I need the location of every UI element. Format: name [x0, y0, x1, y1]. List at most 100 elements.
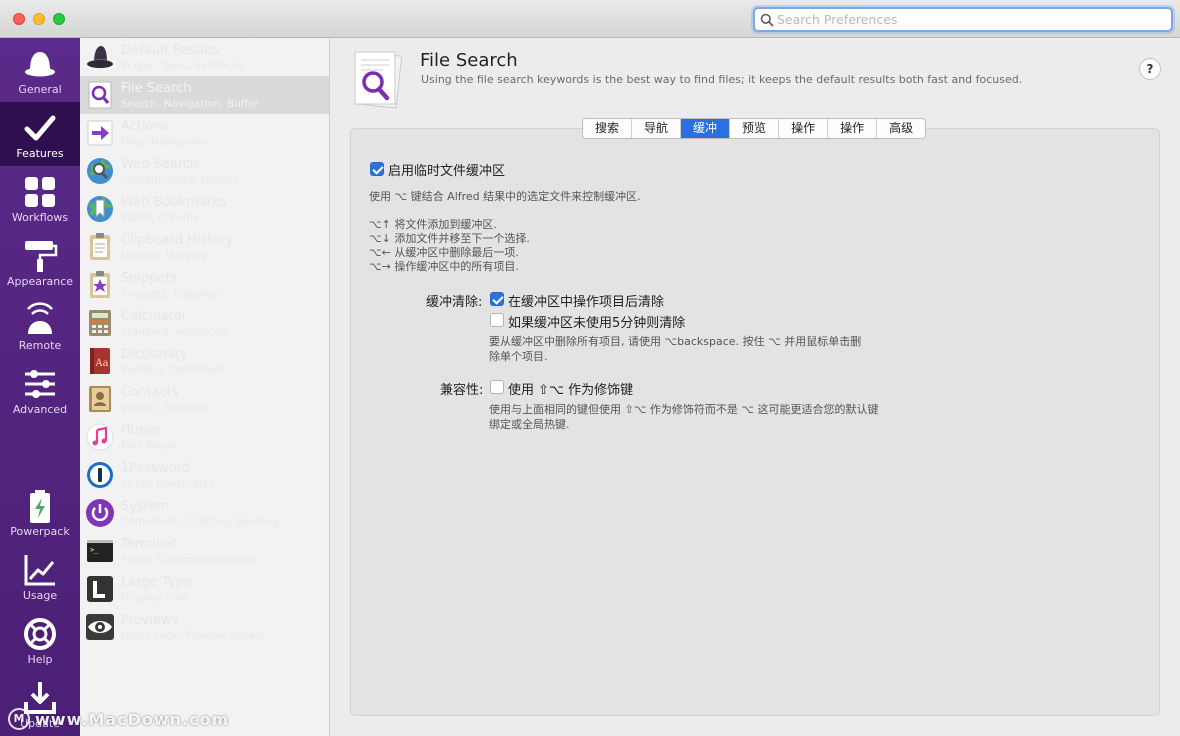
buffer-intro: 使用 ⌥ 键结合 Alfred 结果中的选定文件来控制缓冲区.: [369, 190, 641, 203]
lifebuoy-icon: [24, 618, 56, 650]
feature-item-dictionary[interactable]: Aa Dictionary Spelling, Definitions: [80, 342, 329, 380]
feature-subtitle: Safari, Chrome: [121, 212, 200, 224]
feature-subtitle: Spelling, Definitions: [121, 364, 226, 376]
feature-title: Snippets: [121, 271, 178, 286]
paint-roller-icon: [25, 241, 58, 272]
sidebar-item-powerpack[interactable]: Powerpack: [0, 480, 80, 544]
sidebar-item-label: Powerpack: [10, 525, 70, 538]
feature-item-file-search[interactable]: File Search Search, Navigation, Buffer: [80, 76, 329, 114]
watermark: M www.MacDown.com: [8, 706, 229, 732]
tab-buffer[interactable]: 缓冲: [680, 119, 730, 138]
feature-item-actions[interactable]: Actions Files, Navigation: [80, 114, 329, 152]
power-icon: [85, 498, 115, 528]
terminal-icon: >_: [85, 536, 115, 566]
feature-item-clipboard-history[interactable]: Clipboard History History, Merging: [80, 228, 329, 266]
clipboard-icon: [85, 232, 115, 262]
features-list: Default Results Scope, Types, Fallbacks …: [80, 38, 330, 736]
sidebar-item-usage[interactable]: Usage: [0, 544, 80, 608]
feature-subtitle: Display, Font: [121, 592, 190, 604]
arrow-right-icon: [85, 118, 115, 148]
feature-item-system[interactable]: System Commands, Quitting, Ejecting: [80, 494, 329, 532]
sidebar-item-workflows[interactable]: Workflows: [0, 166, 80, 230]
shift-option-modifier-label: 使用 ⇧⌥ 作为修饰键: [508, 383, 634, 398]
feature-item-large-type[interactable]: Large Type Display, Font: [80, 570, 329, 608]
shortcut-line: ⌥→ 操作缓冲区中的所有项目.: [369, 260, 519, 273]
file-search-icon: [85, 80, 115, 110]
feature-subtitle: Search, Navigation, Buffer: [121, 98, 259, 110]
sidebar-item-appearance[interactable]: Appearance: [0, 230, 80, 294]
clear-after-idle-checkbox[interactable]: [490, 313, 504, 327]
shift-option-modifier-checkbox[interactable]: [490, 380, 504, 394]
feature-title: Contacts: [121, 385, 179, 400]
tab-actions[interactable]: 操作: [778, 119, 828, 138]
feature-subtitle: Viewer, Emailing: [121, 402, 209, 414]
feature-item-itunes[interactable]: iTunes Mini Player: [80, 418, 329, 456]
feature-subtitle: Files, Navigation: [121, 136, 208, 148]
feature-title: File Search: [121, 81, 192, 96]
sidebar-item-label: Remote: [18, 339, 62, 352]
window-titlebar: [0, 0, 1180, 38]
feature-subtitle: Scope, Types, Fallbacks: [121, 60, 244, 72]
feature-title: Default Results: [121, 43, 220, 58]
hat-icon: [25, 52, 55, 77]
enable-buffer-checkbox[interactable]: [370, 162, 384, 176]
clear-note: 要从缓冲区中删除所有项目, 请使用 ⌥backspace. 按住 ⌥ 并用鼠标单…: [489, 335, 862, 363]
feature-title: Web Bookmarks: [121, 195, 227, 210]
wizard-hat-icon: [85, 42, 115, 72]
calculator-icon: [85, 308, 115, 338]
settings-tabs: 搜索 导航 缓冲 预览 操作 操作 高级: [582, 118, 927, 139]
clear-after-action-checkbox[interactable]: [490, 292, 504, 306]
feature-title: Large Type: [121, 575, 192, 590]
sliders-icon: [25, 370, 55, 398]
sidebar-item-label: Usage: [22, 589, 58, 602]
sidebar-item-remote[interactable]: Remote: [0, 294, 80, 358]
clear-after-idle-label: 如果缓冲区未使用5分钟则清除: [508, 316, 686, 331]
compatibility-label: 兼容性:: [440, 383, 484, 398]
feature-subtitle: 1Click Bookmarks: [121, 478, 215, 490]
svg-text:>_: >_: [90, 546, 99, 554]
tab-search[interactable]: 搜索: [583, 119, 632, 138]
search-preferences-field[interactable]: [753, 7, 1173, 32]
sidebar-item-advanced[interactable]: Advanced: [0, 358, 80, 422]
feature-subtitle: Quick Look, Preview panels: [121, 630, 265, 642]
file-search-pane: File Search Using the file search keywor…: [331, 38, 1180, 736]
feature-title: 1Password: [121, 461, 190, 476]
watermark-text: www.MacDown.com: [35, 709, 230, 729]
zoom-window-button[interactable]: [53, 13, 65, 25]
tab-navigation[interactable]: 导航: [631, 119, 681, 138]
feature-item-snippets[interactable]: Snippets Snippets, Clippings: [80, 266, 329, 304]
enable-buffer-label: 启用临时文件缓冲区: [388, 164, 506, 179]
minimize-window-button[interactable]: [33, 13, 45, 25]
help-button[interactable]: ?: [1139, 58, 1161, 80]
preferences-sidebar: General Features Workflows Appearance Re…: [0, 38, 80, 736]
sidebar-item-features[interactable]: Features: [0, 102, 80, 166]
feature-item-web-search[interactable]: Web Search Custom, URLs, History: [80, 152, 329, 190]
star-clipboard-icon: [85, 270, 115, 300]
feature-subtitle: Mini Player: [121, 440, 179, 452]
feature-title: Previews: [121, 613, 179, 628]
feature-item-terminal[interactable]: >_ Terminal Prefix, Custom Integration: [80, 532, 329, 570]
feature-item-1password[interactable]: 1Password 1Click Bookmarks: [80, 456, 329, 494]
feature-item-default-results[interactable]: Default Results Scope, Types, Fallbacks: [80, 38, 329, 76]
close-window-button[interactable]: [13, 13, 25, 25]
feature-item-calculator[interactable]: Calculator Standard, Advanced: [80, 304, 329, 342]
feature-item-previews[interactable]: Previews Quick Look, Preview panels: [80, 608, 329, 646]
tab-advanced[interactable]: 高级: [876, 119, 926, 138]
feature-title: System: [121, 499, 170, 514]
sidebar-item-label: Features: [16, 147, 64, 160]
tab-actions-2[interactable]: 操作: [827, 119, 877, 138]
sidebar-item-general[interactable]: General: [0, 38, 80, 102]
feature-item-web-bookmarks[interactable]: Web Bookmarks Safari, Chrome: [80, 190, 329, 228]
feature-title: Dictionary: [121, 347, 188, 362]
feature-subtitle: Prefix, Custom Integration: [121, 554, 259, 566]
eye-icon: [85, 612, 115, 642]
battery-icon: [30, 490, 50, 523]
svg-text:Aa: Aa: [94, 358, 108, 369]
feature-title: iTunes: [121, 423, 162, 438]
sidebar-item-help[interactable]: Help: [0, 608, 80, 672]
page-description: Using the file search keywords is the be…: [421, 73, 1023, 86]
search-input[interactable]: [777, 10, 1167, 29]
page-title: File Search: [420, 50, 518, 71]
feature-item-contacts[interactable]: Contacts Viewer, Emailing: [80, 380, 329, 418]
tab-preview[interactable]: 预览: [729, 119, 779, 138]
